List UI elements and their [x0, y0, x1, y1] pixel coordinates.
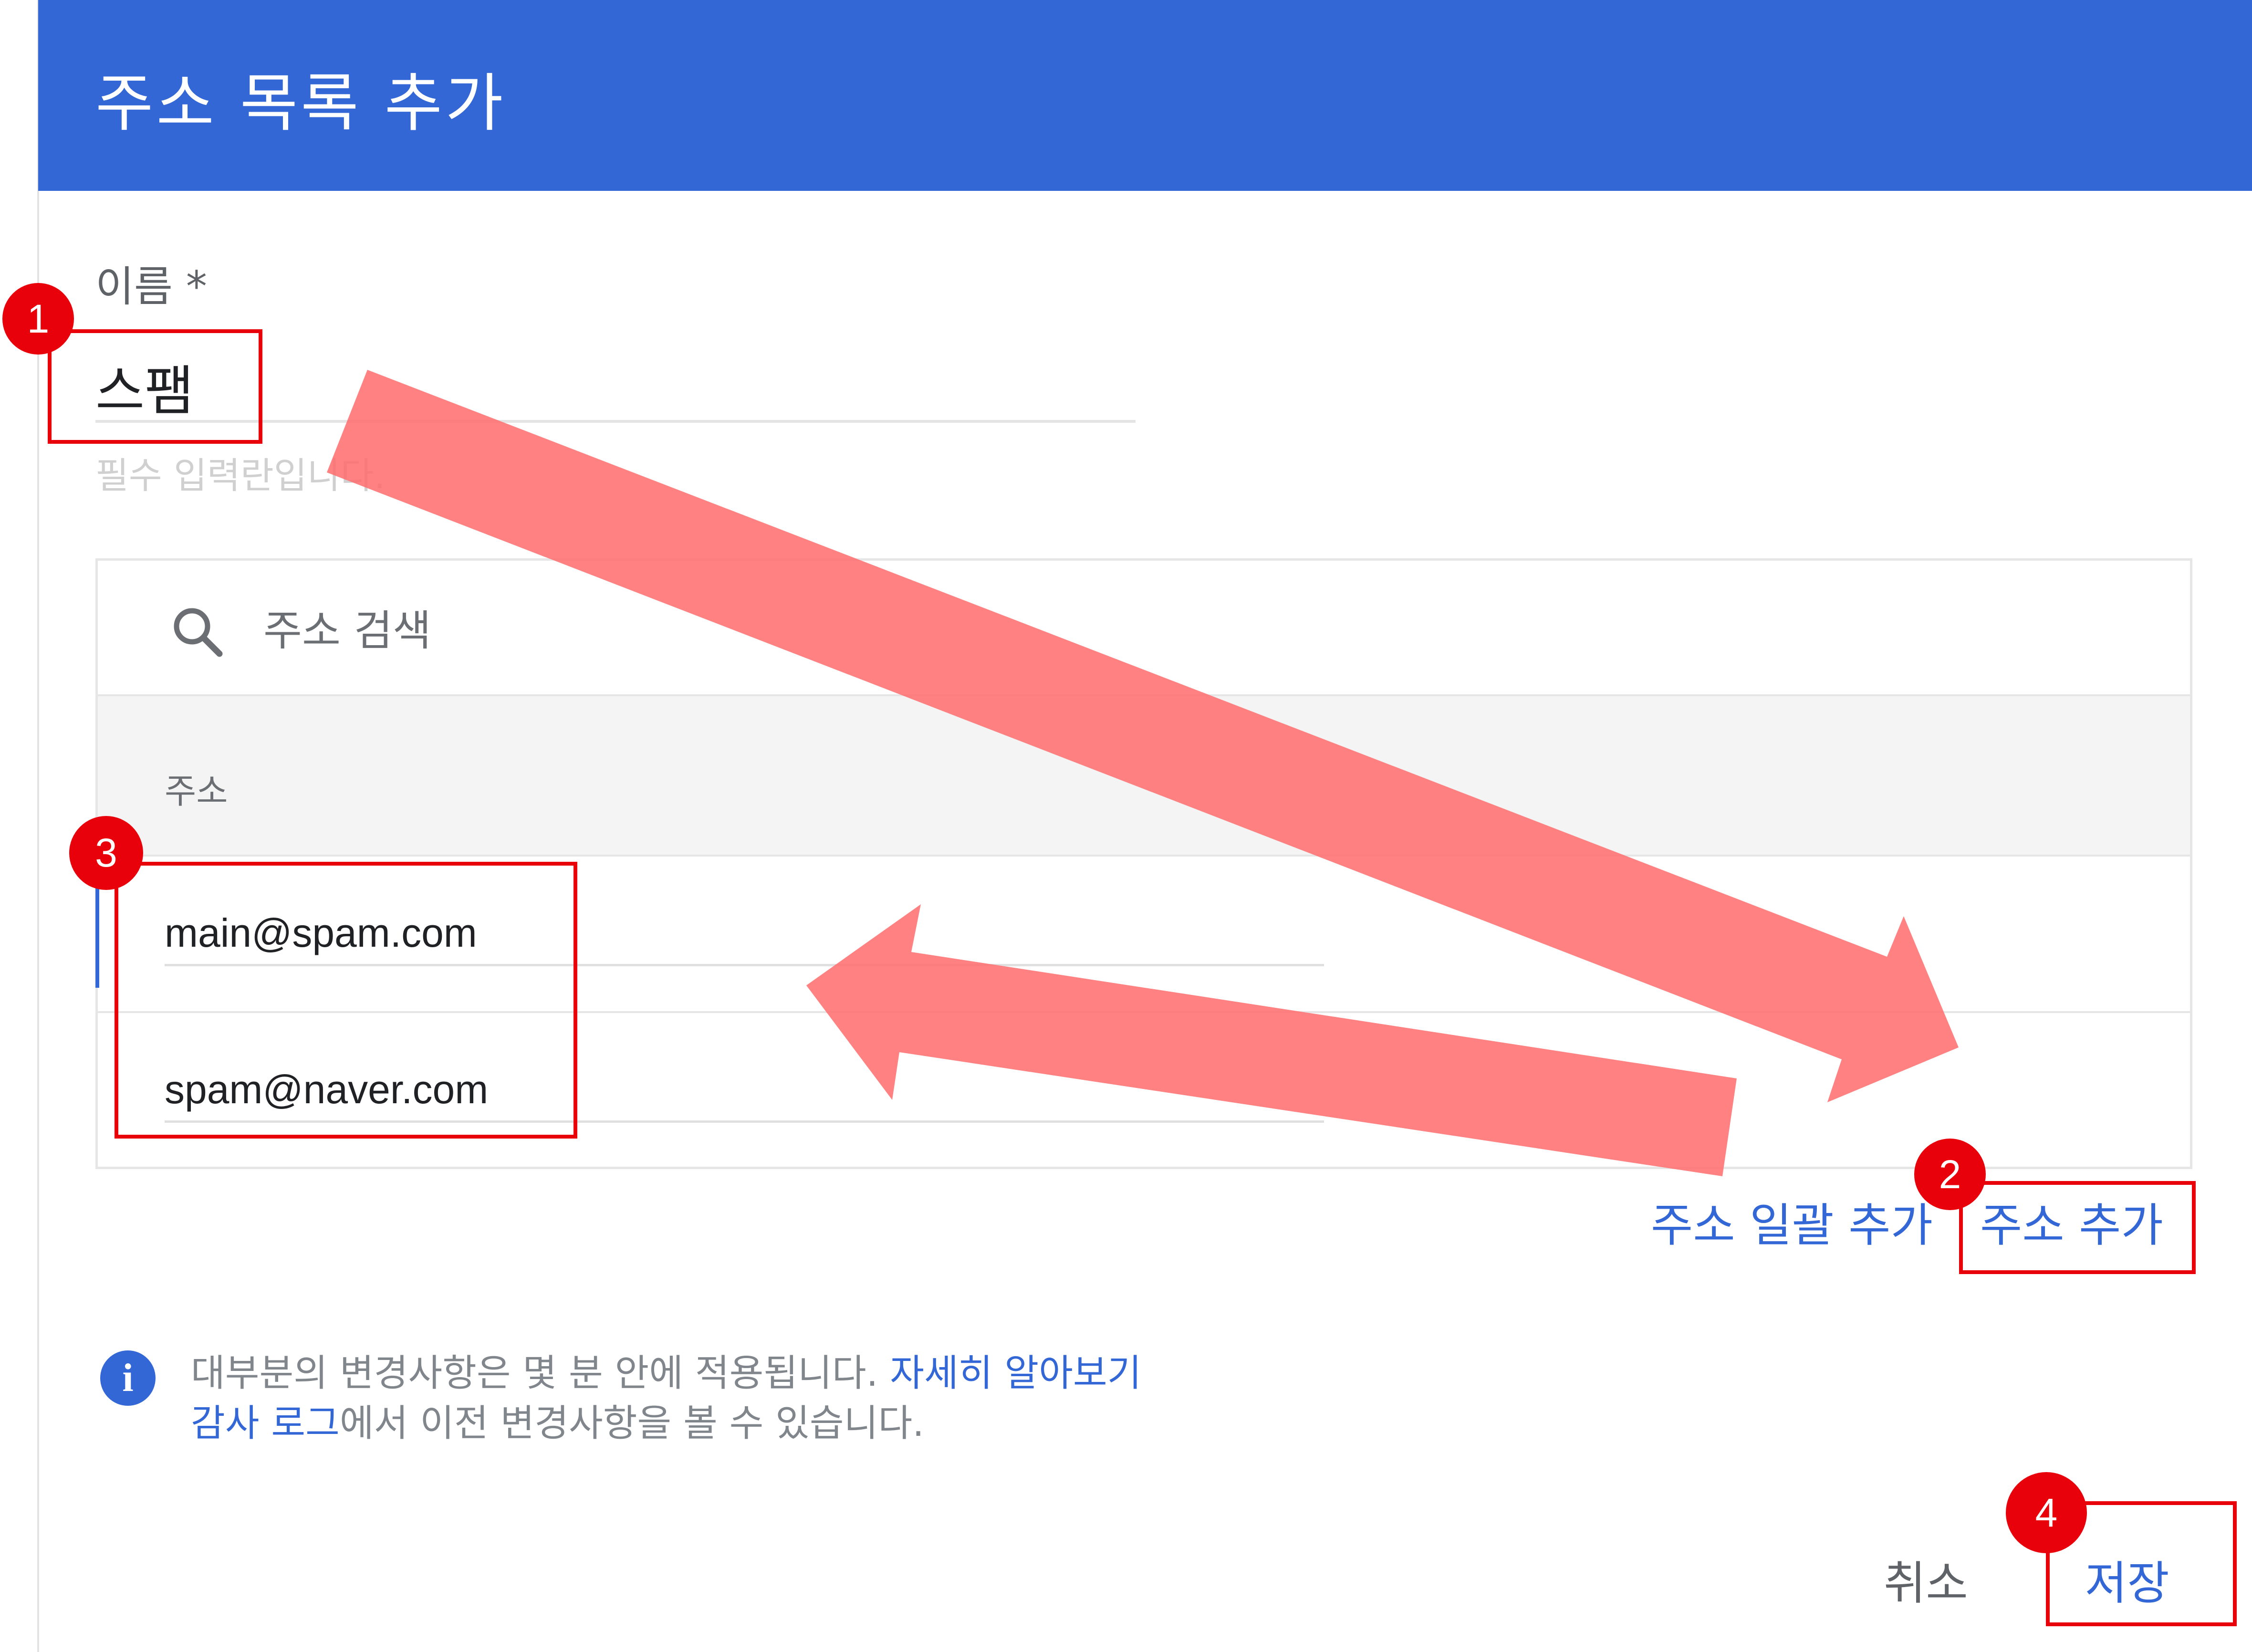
- annotation-badge-2: 2: [1914, 1139, 1986, 1210]
- annotation-arrows: [327, 370, 1959, 1176]
- annotation-badge-3: 3: [69, 816, 143, 890]
- annotation-badge-4: 4: [2006, 1472, 2087, 1553]
- annotation-badge-1: 1: [2, 283, 74, 355]
